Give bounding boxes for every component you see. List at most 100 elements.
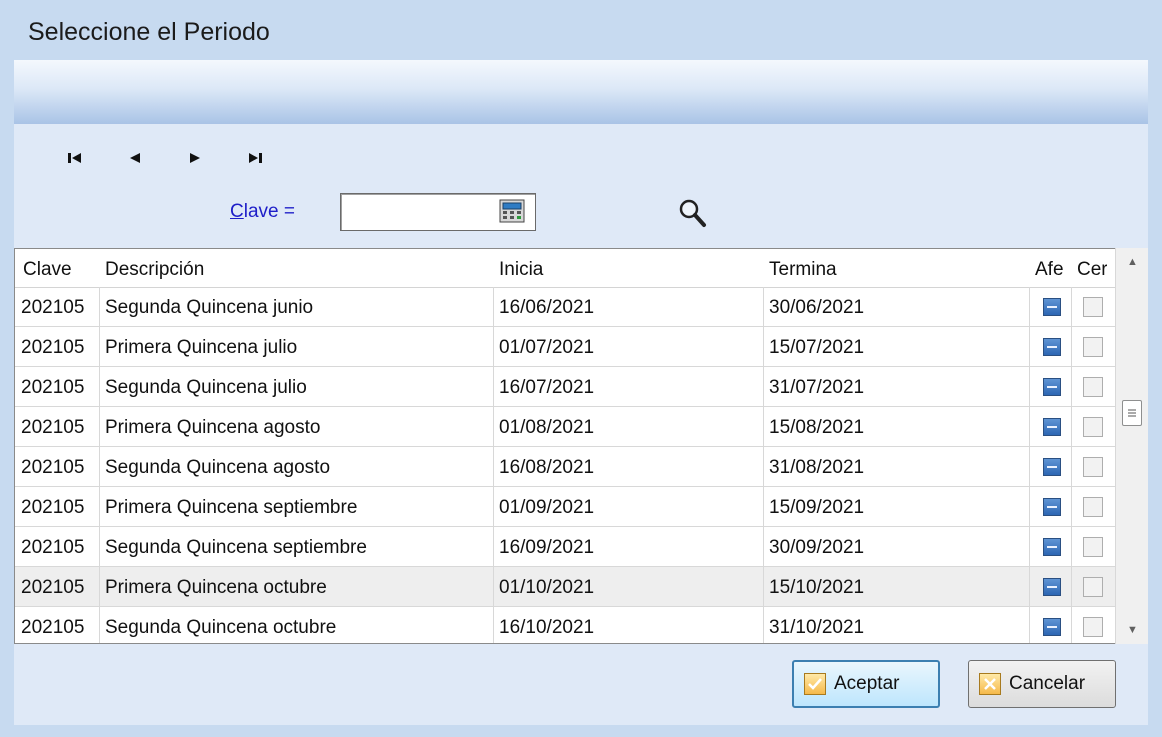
cer-checkbox[interactable] [1083, 577, 1103, 597]
cell-termina: 31/10/2021 [769, 617, 865, 638]
cell-inicia: 01/10/2021 [499, 577, 595, 598]
table-row[interactable]: 202105 Primera Quincena julio 01/07/2021 15… [15, 327, 1130, 367]
cer-checkbox[interactable] [1083, 337, 1103, 357]
cell-descripcion: Segunda Quincena septiembre [105, 537, 367, 558]
grip-icon [1128, 409, 1136, 417]
table-row[interactable]: 202105 Segunda Quincena agosto 16/08/2021 3… [15, 447, 1130, 487]
cell-descripcion: Primera Quincena julio [105, 337, 298, 358]
table-row[interactable]: 202105 Primera Quincena septiembre 01/09/2… [15, 487, 1130, 527]
cer-checkbox[interactable] [1083, 537, 1103, 557]
column-divider [1071, 447, 1072, 486]
afe-checkbox[interactable] [1043, 338, 1061, 356]
header-band [14, 60, 1148, 124]
search-button[interactable] [674, 196, 712, 230]
accept-button[interactable]: Aceptar [792, 660, 940, 708]
afe-checkbox[interactable] [1043, 578, 1061, 596]
afe-checkbox[interactable] [1043, 538, 1061, 556]
column-divider [99, 367, 100, 406]
cell-descripcion: Segunda Quincena agosto [105, 457, 331, 478]
scroll-down-arrow-icon[interactable]: ▼ [1116, 616, 1149, 644]
table-row[interactable]: 202105 Primera Quincena octubre 01/10/2021… [15, 567, 1130, 607]
column-divider [1029, 407, 1030, 446]
cell-clave: 202105 [21, 457, 85, 478]
accept-button-label: Aceptar [834, 673, 900, 694]
cer-checkbox[interactable] [1083, 617, 1103, 637]
previous-record-button[interactable] [120, 146, 150, 170]
clave-label-mnemonic: C [230, 201, 244, 222]
cell-termina: 15/09/2021 [769, 497, 865, 518]
column-divider [1029, 287, 1030, 326]
column-divider [1029, 567, 1030, 606]
cer-checkbox[interactable] [1083, 497, 1103, 517]
cancel-button[interactable]: Cancelar [968, 660, 1116, 708]
column-divider [1071, 327, 1072, 366]
column-divider [493, 567, 494, 606]
clave-filter-label: Clave = [230, 201, 295, 223]
title-bar: Seleccione el Periodo [0, 0, 1162, 60]
column-divider [1071, 607, 1072, 643]
table-row[interactable]: 202105 Segunda Quincena octubre 16/10/2021… [15, 607, 1130, 643]
column-divider [493, 447, 494, 486]
first-record-icon [68, 153, 81, 163]
column-divider [1071, 287, 1072, 326]
scroll-thumb[interactable] [1122, 400, 1142, 426]
cell-inicia: 16/08/2021 [499, 457, 595, 478]
cell-termina: 15/10/2021 [769, 577, 865, 598]
column-divider [493, 407, 494, 446]
column-header-inicia[interactable]: Inicia [499, 259, 759, 281]
column-divider [1029, 487, 1030, 526]
column-header-afe[interactable]: Afe [1035, 259, 1065, 281]
column-divider [763, 287, 764, 326]
column-divider [763, 447, 764, 486]
table-row[interactable]: 202105 Primera Quincena agosto 01/08/2021 1… [15, 407, 1130, 447]
cell-inicia: 16/06/2021 [499, 297, 595, 318]
column-divider [1029, 607, 1030, 643]
previous-record-icon [130, 153, 140, 163]
column-divider [763, 367, 764, 406]
table-row[interactable]: 202105 Segunda Quincena julio 16/07/2021 31… [15, 367, 1130, 407]
column-divider [1029, 447, 1030, 486]
afe-checkbox[interactable] [1043, 458, 1061, 476]
first-record-button[interactable] [60, 146, 90, 170]
afe-checkbox[interactable] [1043, 378, 1061, 396]
cer-checkbox[interactable] [1083, 377, 1103, 397]
column-header-descripcion[interactable]: Descripción [105, 259, 485, 281]
cer-checkbox[interactable] [1083, 297, 1103, 317]
grid-vertical-scrollbar[interactable]: ▲ ▼ [1115, 248, 1148, 644]
last-record-icon [249, 153, 262, 163]
cer-checkbox[interactable] [1083, 457, 1103, 477]
afe-checkbox[interactable] [1043, 618, 1061, 636]
next-record-button[interactable] [180, 146, 210, 170]
dialog-client-area: Clave = Clave Descripción Inicia Termina… [14, 60, 1148, 725]
column-header-cer[interactable]: Cer [1077, 259, 1107, 281]
column-divider [99, 527, 100, 566]
calculator-button[interactable] [498, 197, 526, 225]
column-header-clave[interactable]: Clave [23, 259, 99, 281]
afe-checkbox[interactable] [1043, 498, 1061, 516]
table-row[interactable]: 202105 Segunda Quincena junio 16/06/2021 30… [15, 287, 1130, 327]
scroll-up-arrow-icon[interactable]: ▲ [1116, 248, 1149, 276]
cell-clave: 202105 [21, 377, 85, 398]
cell-clave: 202105 [21, 337, 85, 358]
column-header-termina[interactable]: Termina [769, 259, 1029, 281]
periods-grid[interactable]: Clave Descripción Inicia Termina Afe Cer… [14, 248, 1131, 644]
cell-descripcion: Segunda Quincena octubre [105, 617, 337, 638]
afe-checkbox[interactable] [1043, 298, 1061, 316]
cell-inicia: 16/07/2021 [499, 377, 595, 398]
cell-descripcion: Primera Quincena agosto [105, 417, 321, 438]
last-record-button[interactable] [240, 146, 270, 170]
cell-termina: 30/06/2021 [769, 297, 865, 318]
cancel-button-label: Cancelar [1009, 673, 1086, 694]
column-divider [1071, 367, 1072, 406]
column-divider [99, 327, 100, 366]
cer-checkbox[interactable] [1083, 417, 1103, 437]
cell-clave: 202105 [21, 617, 85, 638]
cell-termina: 31/07/2021 [769, 377, 865, 398]
afe-checkbox[interactable] [1043, 418, 1061, 436]
table-row[interactable]: 202105 Segunda Quincena septiembre 16/09/2… [15, 527, 1130, 567]
column-divider [493, 607, 494, 643]
grid-header: Clave Descripción Inicia Termina Afe Cer [15, 249, 1130, 288]
column-divider [763, 607, 764, 643]
column-divider [1029, 367, 1030, 406]
cell-inicia: 01/09/2021 [499, 497, 595, 518]
